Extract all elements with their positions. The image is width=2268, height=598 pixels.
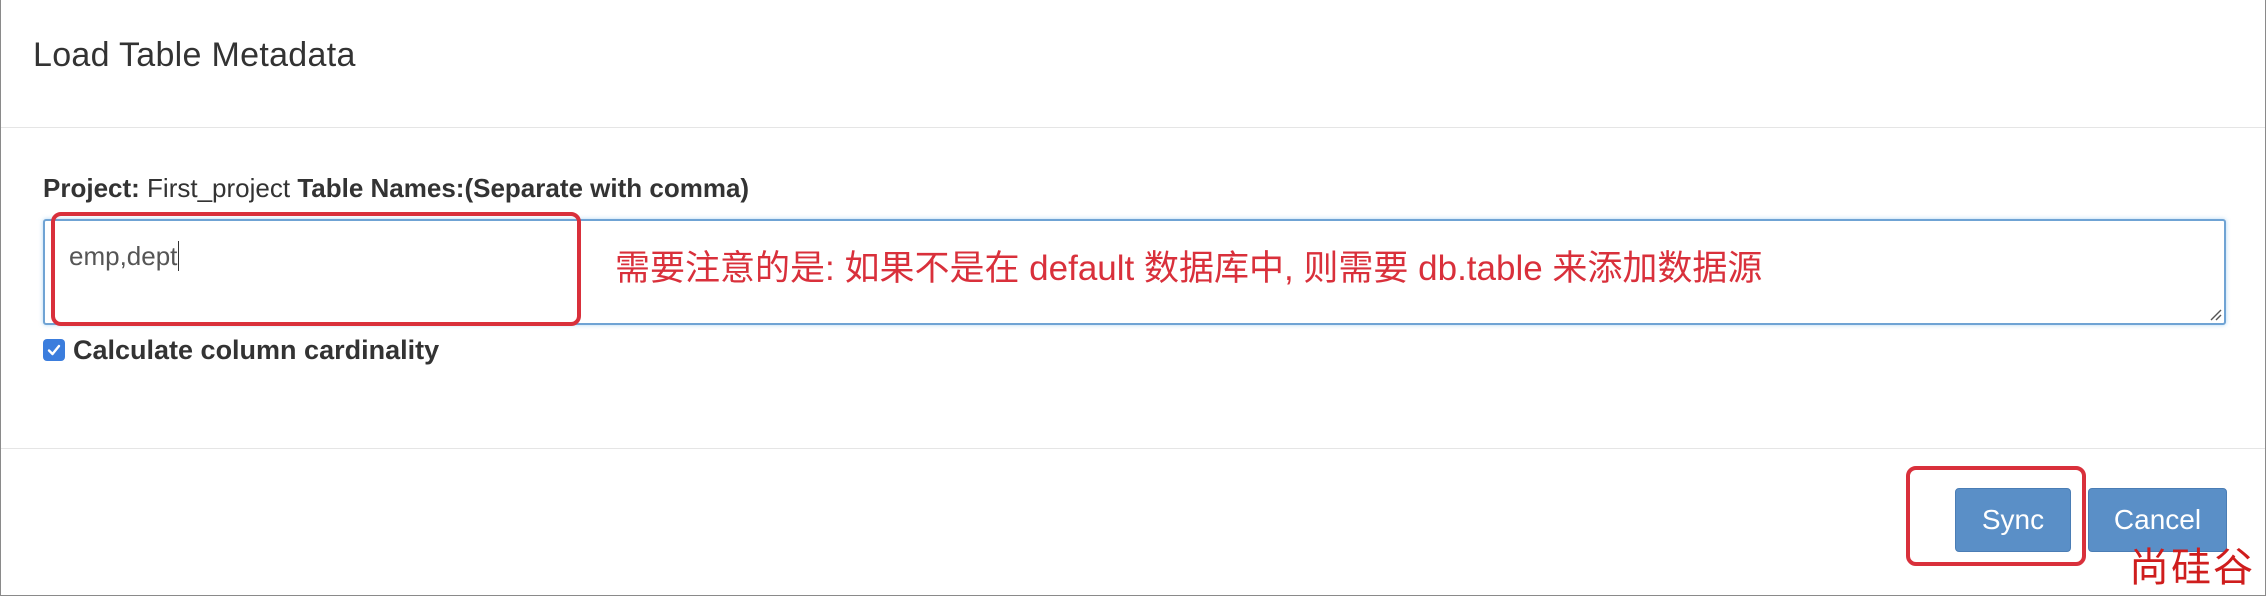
- watermark-logo: 尚硅谷: [2129, 545, 2255, 591]
- table-names-label: Table Names:(Separate with comma): [297, 173, 750, 203]
- dialog-footer: Sync Cancel: [1, 448, 2265, 596]
- load-table-metadata-dialog: Load Table Metadata Project: First_proje…: [0, 0, 2266, 596]
- dialog-body: Project: First_project Table Names:(Sepa…: [1, 128, 2265, 448]
- cardinality-label: Calculate column cardinality: [73, 334, 440, 365]
- cardinality-row: Calculate column cardinality: [43, 332, 439, 368]
- sync-button[interactable]: Sync: [1955, 488, 2071, 552]
- annotation-highlight-input: [51, 212, 581, 326]
- project-label: Project:: [43, 173, 140, 203]
- resize-grip-icon[interactable]: [2208, 307, 2222, 321]
- project-line: Project: First_project Table Names:(Sepa…: [43, 173, 749, 204]
- dialog-header: Load Table Metadata: [1, 0, 2265, 128]
- cardinality-checkbox[interactable]: [43, 339, 65, 361]
- annotation-note: 需要注意的是: 如果不是在 default 数据库中, 则需要 db.table…: [615, 249, 1763, 288]
- checkmark-icon: [47, 344, 61, 356]
- project-value: First_project: [147, 173, 291, 203]
- dialog-title: Load Table Metadata: [33, 36, 356, 74]
